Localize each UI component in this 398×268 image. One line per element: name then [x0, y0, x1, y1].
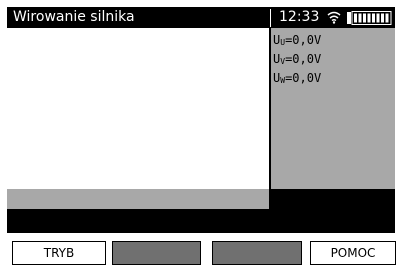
screen-title: Wirowanie silnika — [13, 9, 135, 25]
voltage-reading-v: UV=0,0V — [273, 52, 321, 69]
voltage-reading-u: UU=0,0V — [273, 33, 321, 50]
meter-screen: Wirowanie silnika 12:33 UU=0,0V UV=0,0V … — [0, 0, 398, 268]
readings-footer — [271, 189, 395, 209]
voltage-reading-w: UW=0,0V — [273, 71, 321, 88]
softkey-2-button[interactable] — [112, 241, 201, 265]
measurement-footer — [7, 189, 269, 209]
reading-value: =0,0V — [285, 33, 322, 47]
status-bar — [7, 209, 395, 233]
clock: 12:33 — [279, 9, 320, 25]
mode-button[interactable]: TRYB — [12, 241, 106, 265]
battery-icon — [347, 11, 392, 25]
reading-value: =0,0V — [285, 71, 322, 85]
title-bar: Wirowanie silnika 12:33 — [7, 7, 395, 28]
measurement-area — [7, 28, 269, 189]
wifi-icon — [327, 11, 341, 24]
softkey-3-button[interactable] — [212, 241, 302, 265]
header-divider — [270, 9, 271, 27]
reading-value: =0,0V — [285, 52, 322, 66]
help-button[interactable]: POMOC — [310, 241, 396, 265]
